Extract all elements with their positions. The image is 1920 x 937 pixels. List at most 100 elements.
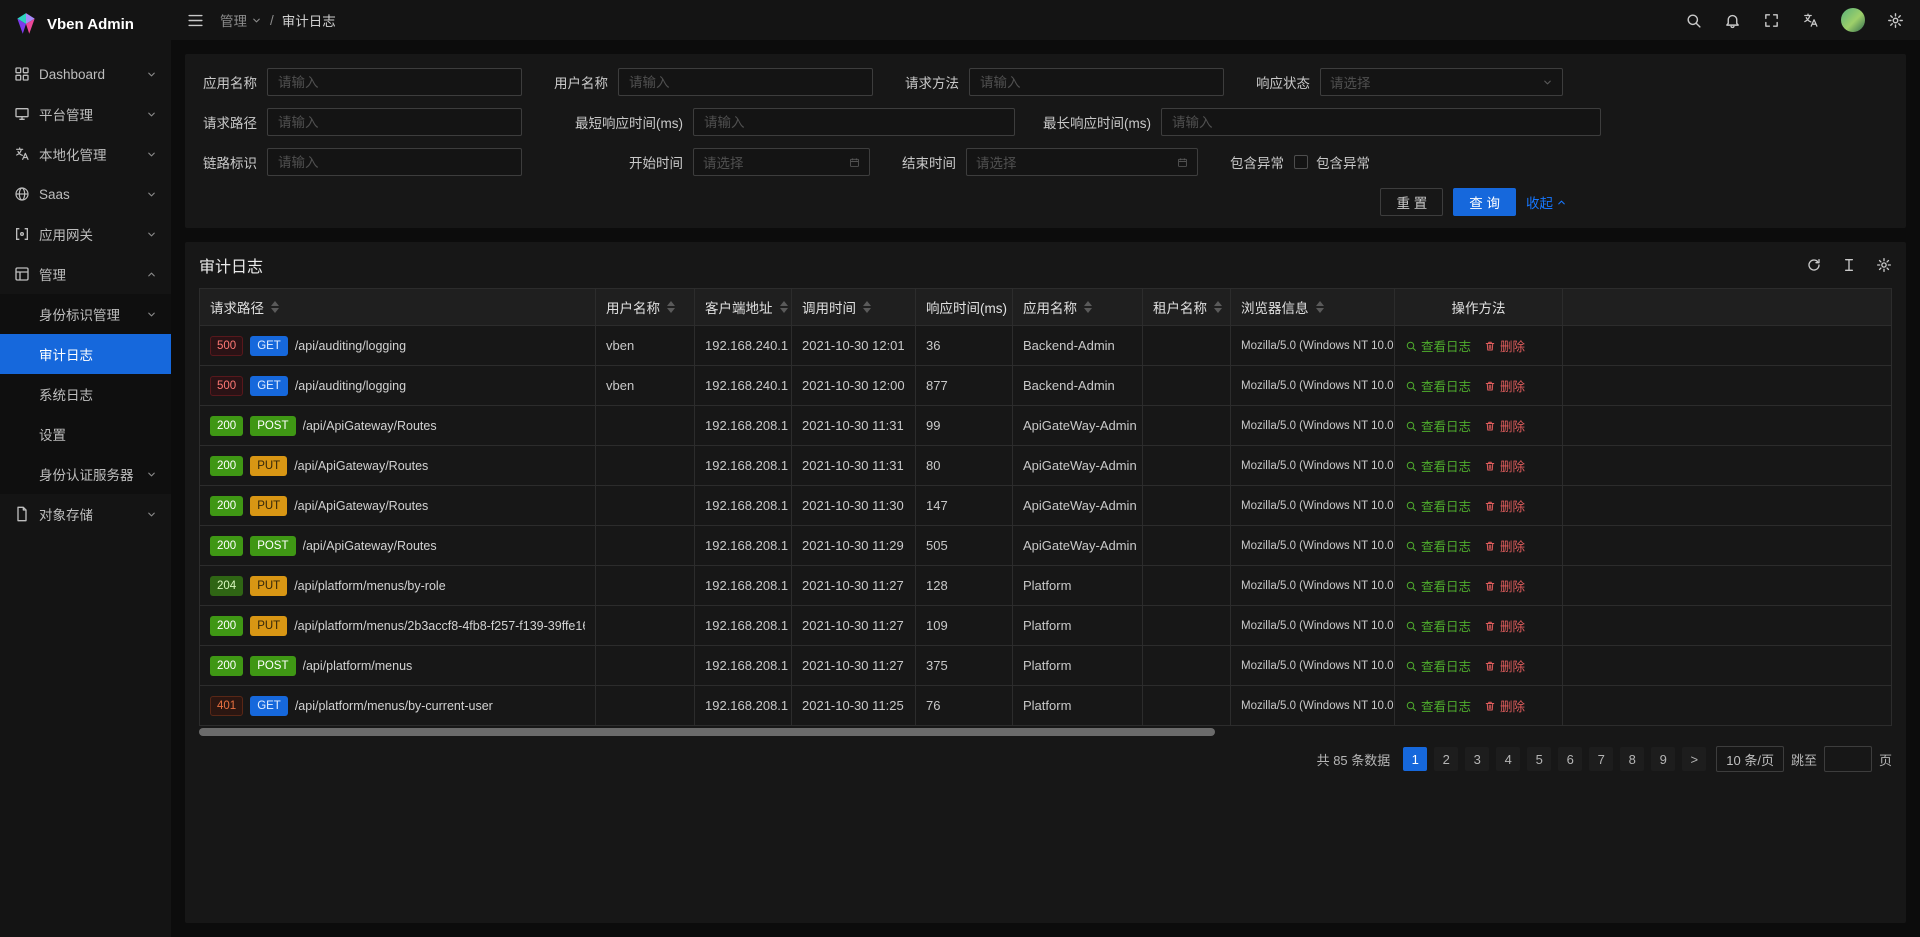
delete-button[interactable]: 删除 <box>1484 456 1525 475</box>
page-number-button[interactable]: 4 <box>1496 747 1520 771</box>
trash-icon <box>1484 340 1496 352</box>
sidebar-item-management[interactable]: 管理 <box>0 254 171 294</box>
sidebar-item-platform[interactable]: 平台管理 <box>0 94 171 134</box>
view-log-button[interactable]: 查看日志 <box>1405 536 1471 555</box>
avatar[interactable] <box>1841 8 1865 32</box>
view-log-button[interactable]: 查看日志 <box>1405 336 1471 355</box>
tenant-name-cell <box>1143 486 1231 526</box>
view-log-button[interactable]: 查看日志 <box>1405 456 1471 475</box>
column-height-icon[interactable] <box>1841 257 1857 273</box>
translate-icon[interactable] <box>1802 12 1819 29</box>
view-log-button[interactable]: 查看日志 <box>1405 376 1471 395</box>
sort-icons[interactable] <box>780 301 788 313</box>
reset-button[interactable]: 重 置 <box>1380 188 1443 216</box>
client-address-cell: 192.168.208.1 <box>695 646 792 686</box>
call-time-cell: 2021-10-30 11:27 <box>792 606 916 646</box>
query-button[interactable]: 查 询 <box>1453 188 1516 216</box>
column-header-call-time[interactable]: 调用时间 <box>792 289 916 326</box>
trash-icon <box>1484 660 1496 672</box>
status-badge: 200 <box>210 656 243 676</box>
sidebar-item-settings[interactable]: 设置 <box>0 414 171 454</box>
delete-button[interactable]: 删除 <box>1484 336 1525 355</box>
trace-id-input[interactable] <box>267 148 522 176</box>
delete-button[interactable]: 删除 <box>1484 376 1525 395</box>
sidebar-item-identity-management[interactable]: 身份标识管理 <box>0 294 171 334</box>
fullscreen-icon[interactable] <box>1763 12 1780 29</box>
page-number-button[interactable]: 9 <box>1651 747 1675 771</box>
sidebar-item-object-storage[interactable]: 对象存储 <box>0 494 171 534</box>
chevron-up-icon <box>1556 197 1567 208</box>
delete-button[interactable]: 删除 <box>1484 416 1525 435</box>
page-number-button[interactable]: 6 <box>1558 747 1582 771</box>
page-number-button[interactable]: 8 <box>1620 747 1644 771</box>
chevron-up-icon <box>146 269 157 280</box>
column-header-app-name[interactable]: 应用名称 <box>1013 289 1143 326</box>
collapse-form-link[interactable]: 收起 <box>1526 192 1567 212</box>
view-log-button[interactable]: 查看日志 <box>1405 416 1471 435</box>
delete-button[interactable]: 删除 <box>1484 496 1525 515</box>
view-log-button[interactable]: 查看日志 <box>1405 696 1471 715</box>
notification-bell-icon[interactable] <box>1724 12 1741 29</box>
sort-icons[interactable] <box>1316 301 1324 313</box>
delete-button[interactable]: 删除 <box>1484 656 1525 675</box>
has-exception-checkbox[interactable] <box>1294 155 1308 169</box>
column-header-request-path[interactable]: 请求路径 <box>200 289 596 326</box>
app-name-input[interactable] <box>267 68 522 96</box>
delete-button[interactable]: 删除 <box>1484 616 1525 635</box>
sidebar-item-gateway[interactable]: 应用网关 <box>0 214 171 254</box>
sort-icons[interactable] <box>271 301 279 313</box>
request-path-input[interactable] <box>267 108 522 136</box>
sidebar-item-label: 管理 <box>39 264 146 284</box>
sidebar-item-system-log[interactable]: 系统日志 <box>0 374 171 414</box>
page-number-button[interactable]: 2 <box>1434 747 1458 771</box>
search-icon[interactable] <box>1685 12 1702 29</box>
logo[interactable]: Vben Admin <box>0 0 171 48</box>
sort-icons[interactable] <box>667 301 675 313</box>
sidebar-item-auth-server[interactable]: 身份认证服务器 <box>0 454 171 494</box>
view-log-button[interactable]: 查看日志 <box>1405 496 1471 515</box>
view-log-button[interactable]: 查看日志 <box>1405 576 1471 595</box>
column-header-user-name[interactable]: 用户名称 <box>596 289 695 326</box>
sidebar-item-dashboard[interactable]: Dashboard <box>0 54 171 94</box>
sidebar-item-audit-log[interactable]: 审计日志 <box>0 334 171 374</box>
column-header-response-time[interactable]: 响应时间(ms) <box>916 289 1013 326</box>
request-method-input[interactable] <box>969 68 1224 96</box>
gear-icon[interactable] <box>1887 12 1904 29</box>
column-header-client-address[interactable]: 客户端地址 <box>695 289 792 326</box>
sort-icons[interactable] <box>1214 301 1222 313</box>
page-number-button[interactable]: 1 <box>1403 747 1427 771</box>
page-number-button[interactable]: 5 <box>1527 747 1551 771</box>
page-size-select[interactable]: 10 条/页 <box>1716 746 1784 772</box>
max-response-time-input[interactable] <box>1161 108 1601 136</box>
jump-page-input[interactable] <box>1824 746 1872 772</box>
scrollbar-thumb[interactable] <box>199 728 1215 736</box>
page-number-button[interactable]: 7 <box>1589 747 1613 771</box>
delete-button[interactable]: 删除 <box>1484 576 1525 595</box>
delete-button[interactable]: 删除 <box>1484 536 1525 555</box>
call-time-cell: 2021-10-30 11:30 <box>792 486 916 526</box>
column-header-browser-info[interactable]: 浏览器信息 <box>1231 289 1395 326</box>
breadcrumb-parent[interactable]: 管理 <box>220 10 262 30</box>
calendar-icon <box>849 157 860 168</box>
sidebar-item-saas[interactable]: Saas <box>0 174 171 214</box>
column-header-tenant-name[interactable]: 租户名称 <box>1143 289 1231 326</box>
end-time-picker[interactable]: 请选择 <box>966 148 1198 176</box>
refresh-icon[interactable] <box>1806 257 1822 273</box>
field-request-path: 请求路径 <box>199 108 522 136</box>
field-trace-id: 链路标识 <box>199 148 522 176</box>
user-name-input[interactable] <box>618 68 873 96</box>
response-status-select[interactable]: 请选择 <box>1320 68 1563 96</box>
table-settings-gear-icon[interactable] <box>1876 257 1892 273</box>
view-log-button[interactable]: 查看日志 <box>1405 616 1471 635</box>
sidebar-item-localization[interactable]: 本地化管理 <box>0 134 171 174</box>
delete-button[interactable]: 删除 <box>1484 696 1525 715</box>
start-time-picker[interactable]: 请选择 <box>693 148 870 176</box>
view-log-button[interactable]: 查看日志 <box>1405 656 1471 675</box>
field-label: 请求方法 <box>901 72 959 92</box>
min-response-time-input[interactable] <box>693 108 1015 136</box>
page-number-button[interactable]: 3 <box>1465 747 1489 771</box>
next-page-button[interactable]: > <box>1682 747 1706 771</box>
sort-icons[interactable] <box>1084 301 1092 313</box>
sidebar-fold-icon[interactable] <box>187 12 204 29</box>
sort-icons[interactable] <box>863 301 871 313</box>
